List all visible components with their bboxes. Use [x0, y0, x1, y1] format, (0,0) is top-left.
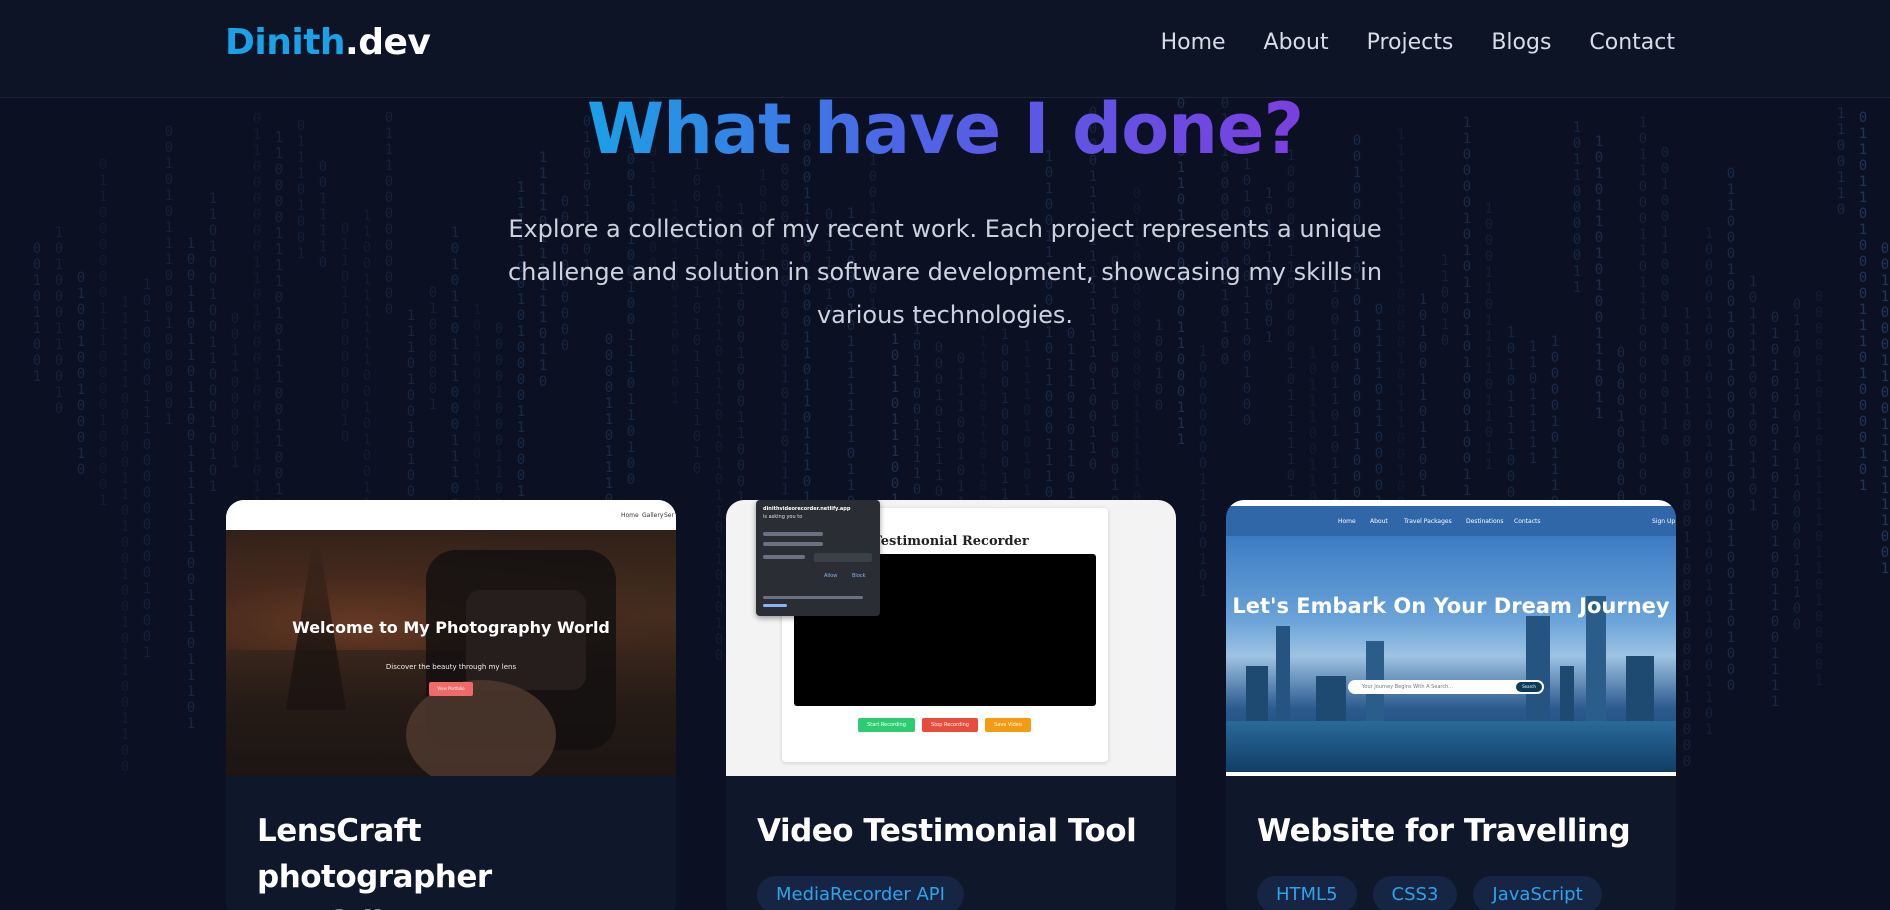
- main-nav: Home About Projects Blogs Contact: [1161, 30, 1675, 55]
- preview-permission-popup: dinithvideorecorder.netlify.app is askin…: [756, 500, 880, 616]
- preview-nav-item: Home: [1338, 518, 1356, 525]
- preview-hero-image: [1226, 536, 1676, 776]
- popup-text: is asking you to: [763, 514, 803, 520]
- section-subtitle: Explore a collection of my recent work. …: [507, 215, 1383, 329]
- preview-nav: Home About Travel Packages Destinations …: [1226, 506, 1676, 536]
- tech-tags: MediaRecorder API: [757, 876, 1145, 910]
- popup-allow: Allow: [824, 573, 838, 579]
- project-title: Video Testimonial Tool: [757, 813, 1137, 849]
- nav-blogs-link[interactable]: Blogs: [1491, 30, 1551, 55]
- site-logo[interactable]: Dinith.dev: [225, 22, 431, 63]
- preview-save-button: Save Video: [985, 718, 1031, 732]
- preview-nav-item: Gallery: [642, 512, 664, 519]
- preview-subheading: Discover the beauty through my lens: [385, 663, 517, 671]
- preview-search: Your Journey Begins With A Search... Sea…: [1348, 680, 1544, 694]
- tech-tag: MediaRecorder API: [757, 876, 964, 910]
- preview-search-text: Your Journey Begins With A Search...: [1362, 684, 1454, 690]
- preview-nav-item: Travel Packages: [1404, 518, 1452, 525]
- preview-nav: Home Gallery Ser: [226, 500, 676, 530]
- project-card-video-testimonial[interactable]: deo Testimonial Recorder Start Recording…: [726, 500, 1176, 910]
- project-card-body: Website for Travelling HTML5 CSS3 JavaSc…: [1226, 776, 1676, 910]
- nav-home-link[interactable]: Home: [1161, 30, 1226, 55]
- preview-button: View Portfolio: [429, 682, 473, 696]
- project-title: LensCraft photographer portfolio: [257, 813, 492, 910]
- site-header: Dinith.dev Home About Projects Blogs Con…: [0, 0, 1890, 98]
- tech-tag: CSS3: [1372, 876, 1458, 910]
- preview-hero-image: Welcome to My Photography World Discover…: [226, 530, 676, 776]
- popup-site: dinithvideorecorder.netlify.app: [763, 506, 851, 512]
- nav-projects-link[interactable]: Projects: [1367, 30, 1454, 55]
- tech-tags: HTML5 CSS3 JavaScript: [1257, 876, 1645, 910]
- project-thumbnail: deo Testimonial Recorder Start Recording…: [726, 500, 1176, 776]
- preview-nav-item: Sign Up: [1652, 518, 1676, 525]
- project-thumbnail: Home Gallery Ser Welcome to My Photograp…: [226, 500, 676, 776]
- preview-nav-item: Ser: [664, 512, 674, 519]
- preview-search-button: Search: [1516, 682, 1542, 692]
- preview-nav-item: Contacts: [1514, 518, 1541, 525]
- projects-section: What have I done? Explore a collection o…: [0, 0, 1890, 910]
- project-card-body: LensCraft photographer portfolio: [226, 776, 676, 910]
- popup-block: Block: [852, 573, 866, 579]
- project-card-travel[interactable]: Home About Travel Packages Destinations …: [1226, 500, 1676, 910]
- project-card-lenscraft[interactable]: Home Gallery Ser Welcome to My Photograp…: [226, 500, 676, 910]
- preview-heading: Let's Embark On Your Dream Journey: [1232, 594, 1670, 618]
- preview-heading: Welcome to My Photography World: [292, 618, 610, 637]
- preview-nav-item: Destinations: [1466, 518, 1504, 525]
- nav-contact-link[interactable]: Contact: [1589, 30, 1675, 55]
- project-card-body: Video Testimonial Tool MediaRecorder API: [726, 776, 1176, 910]
- preview-nav-item: Home: [621, 512, 639, 519]
- preview-start-button: Start Recording: [858, 718, 915, 732]
- nav-about-link[interactable]: About: [1264, 30, 1329, 55]
- tech-tag: HTML5: [1257, 876, 1357, 910]
- preview-nav-item: About: [1370, 518, 1388, 525]
- project-thumbnail: Home About Travel Packages Destinations …: [1226, 500, 1676, 776]
- tech-tag: JavaScript: [1473, 876, 1602, 910]
- project-title: Website for Travelling: [1257, 813, 1631, 849]
- preview-stop-button: Stop Recording: [922, 718, 978, 732]
- section-title: What have I done?: [586, 88, 1304, 170]
